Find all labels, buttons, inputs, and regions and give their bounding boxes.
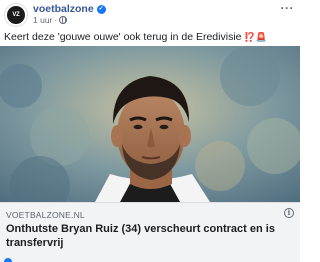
post-photo[interactable] — [0, 46, 300, 202]
player-photo-illustration — [0, 46, 300, 202]
post-time[interactable]: 1 uur — [33, 15, 52, 25]
page-name-link[interactable]: voetbalzone ✓ — [33, 3, 106, 15]
link-domain: VOETBALZONE.NL — [6, 210, 85, 220]
link-preview[interactable]: VOETBALZONE.NL Onthutste Bryan Ruiz (34)… — [0, 202, 300, 262]
more-options-icon[interactable]: ··· — [281, 2, 295, 14]
avatar-logo: VZ — [7, 6, 25, 24]
globe-icon — [59, 16, 68, 24]
post-text-body: Keert deze 'gouwe ouwe' ook terug in de … — [4, 31, 242, 43]
page-name[interactable]: voetbalzone — [33, 3, 94, 15]
post-text-emoji: ⁉️🚨 — [244, 32, 267, 42]
post-meta: 1 uur · — [33, 15, 68, 25]
facebook-post: VZ voetbalzone ✓ 1 uur · ··· Keert deze … — [0, 0, 300, 262]
verified-badge-icon: ✓ — [96, 4, 106, 14]
post-text: Keert deze 'gouwe ouwe' ook terug in de … — [4, 31, 296, 43]
page-avatar[interactable]: VZ — [4, 3, 28, 27]
info-icon[interactable]: i — [284, 208, 294, 218]
link-title[interactable]: Onthutste Bryan Ruiz (34) verscheurt con… — [6, 222, 291, 250]
meta-separator: · — [54, 15, 58, 25]
reaction-like-icon — [4, 258, 12, 262]
